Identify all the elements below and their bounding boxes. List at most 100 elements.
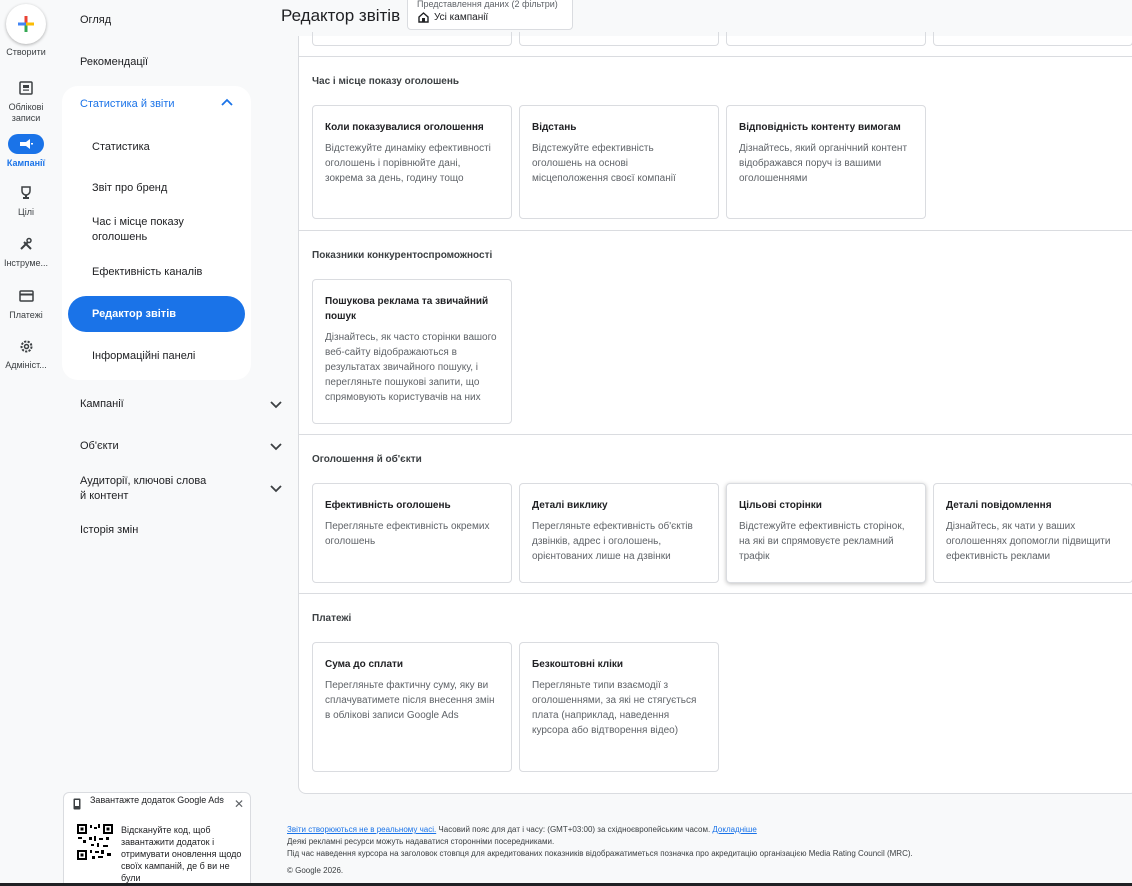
close-icon[interactable]: ✕ [234,797,244,811]
section-title-when-where: Час і місце показу оголошень [312,76,460,87]
learn-more-link[interactable]: Докладніше [712,825,756,834]
nav-assets[interactable]: Об'єкти [80,440,119,452]
campaigns-icon [20,139,33,149]
nav-overview[interactable]: Огляд [80,14,111,26]
nav-recommendations[interactable]: Рекомендації [80,56,148,68]
mrc-note: Під час наведення курсора на заголовок с… [287,849,913,858]
third-party-note: Деякі рекламні ресурси можуть надаватися… [287,837,555,846]
chevron-down-icon[interactable] [270,443,282,451]
qr-code-icon [76,823,114,861]
chevron-down-icon[interactable] [270,401,282,409]
gear-icon [20,340,32,352]
card-title: Деталі повідомлення [946,500,1052,511]
section-title-billing: Платежі [312,613,352,624]
chevron-up-icon[interactable] [221,98,233,106]
rail-label-goals: Цілі [18,207,34,217]
page-title: Редактор звітів [281,6,401,25]
rail-label-tools: Інструме... [3,258,49,268]
rail-item-billing[interactable]: Платежі [0,286,52,321]
rail-label-campaigns: Кампанії [6,158,46,168]
card-description: Відстежуйте ефективність сторінок, на як… [739,521,905,562]
section-title-competitive-metrics: Показники конкурентоспроможності [312,250,493,261]
nav-change-history[interactable]: Історія змін [80,524,138,536]
create-label: Створити [6,47,46,57]
card-stub[interactable] [519,32,719,46]
card-description: Перегляньте типи взаємодії з оголошенням… [532,680,697,736]
view-selector-value: Усі кампанії [434,12,489,23]
card-title: Коли показувалися оголошення [325,122,484,133]
nav-sub-report-editor[interactable]: Редактор звітів [68,296,245,332]
rail-label-billing: Платежі [9,310,43,320]
footer-notes: Звіти створюються не в реальному часі. Ч… [287,824,1127,860]
report-card-paid-organic[interactable]: Пошукова реклама та звичайний пошук Дізн… [312,279,512,424]
report-card-content-suitability[interactable]: Відповідність контенту вимогам Дізнайтес… [726,105,926,219]
rail-item-admin[interactable]: Адмініст... [0,336,52,371]
credit-card-icon [18,290,34,302]
card-title: Безкоштовні кліки [532,659,624,670]
card-stub[interactable] [933,32,1132,46]
card-title: Пошукова реклама та звичайний пошук [325,296,489,322]
nav-sub-dashboards[interactable]: Інформаційні панелі [92,349,195,364]
report-card-free-clicks[interactable]: Безкоштовні кліки Перегляньте типи взаєм… [519,642,719,772]
card-title: Відстань [532,122,577,133]
rail-item-campaigns[interactable]: Кампанії [0,134,52,169]
nav-group-insights-reports: Статистика й звіти Статистика Звіт про б… [62,86,251,380]
promo-text: Відскануйте код, щоб завантажити додаток… [121,825,242,883]
chevron-down-icon[interactable] [270,485,282,493]
rail-label-accounts: Облікові записи [8,102,44,123]
report-card-landing-pages[interactable]: Цільові сторінки Відстежуйте ефективніст… [726,483,926,583]
report-templates-panel: Час і місце показу оголошень Коли показу… [298,32,1132,794]
rail-label-admin: Адмініст... [5,360,47,370]
report-card-distance[interactable]: Відстань Відстежуйте ефективність оголош… [519,105,719,219]
nav-audiences[interactable]: Аудиторії, ключові слова й контент [80,474,215,504]
report-card-amount-due[interactable]: Сума до сплати Перегляньте фактичну суму… [312,642,512,772]
card-description: Відстежуйте динаміку ефективності оголош… [325,143,491,184]
side-navigation: Огляд Рекомендації Статистика й звіти Ст… [52,0,282,886]
card-description: Перегляньте ефективність окремих оголоше… [325,521,490,547]
rail-item-tools[interactable]: Інструме... [0,234,52,269]
phone-icon [73,798,81,810]
card-stub[interactable] [312,32,512,46]
divider [299,230,1132,231]
trophy-icon [21,186,31,199]
report-card-call-details[interactable]: Деталі виклику Перегляньте ефективність … [519,483,719,583]
card-description: Перегляньте фактичну суму, яку ви сплачу… [325,680,495,721]
view-selector[interactable]: Представлення даних (2 фільтри) Усі камп… [407,0,573,30]
nav-sub-statistics[interactable]: Статистика [92,140,150,155]
rail-item-accounts[interactable]: Облікові записи [0,78,52,124]
copyright: © Google 2026. [287,866,344,875]
nav-campaigns[interactable]: Кампанії [80,398,124,410]
report-card-message-details[interactable]: Деталі повідомлення Дізнайтесь, як чати … [933,483,1132,583]
divider [299,434,1132,435]
rail-item-goals[interactable]: Цілі [0,183,52,218]
timezone-note: Часовий пояс для дат і часу: (GMT+03:00)… [436,825,713,834]
not-realtime-link[interactable]: Звіти створюються не в реальному часі. [287,825,436,834]
view-selector-label: Представлення даних (2 фільтри) [417,0,558,9]
card-title: Сума до сплати [325,659,404,670]
home-icon [418,12,429,23]
nav-sub-brand-report[interactable]: Звіт про бренд [92,181,167,196]
card-description: Дізнайтесь, який органічний контент відо… [739,143,908,184]
section-title-ads-assets: Оголошення й об'єкти [312,454,422,465]
card-stub[interactable] [726,32,926,46]
card-description: Дізнайтесь, як часто сторінки вашого веб… [325,332,497,403]
accounts-icon [19,81,33,95]
report-card-ad-performance[interactable]: Ефективність оголошень Перегляньте ефект… [312,483,512,583]
nav-sub-when-where[interactable]: Час і місце показу оголошень [92,215,212,245]
card-title: Ефективність оголошень [325,500,451,511]
card-title: Деталі виклику [532,500,608,511]
app-download-promo: Завантажте додаток Google Ads ⌃ ✕ Відска… [63,792,251,886]
left-rail: Створити Облікові записи Кампанії Цілі І… [0,0,52,886]
divider [299,56,1132,57]
card-description: Відстежуйте ефективність оголошень на ос… [532,143,676,184]
card-title: Відповідність контенту вимогам [739,122,901,133]
create-button[interactable] [6,4,46,44]
divider [299,593,1132,594]
report-card-when-shown[interactable]: Коли показувалися оголошення Відстежуйте… [312,105,512,219]
card-description: Перегляньте ефективність об'єктів дзвінк… [532,521,693,562]
nav-group-title[interactable]: Статистика й звіти [80,98,175,110]
card-title: Цільові сторінки [739,500,822,511]
nav-sub-channel-performance[interactable]: Ефективність каналів [92,265,202,280]
plus-icon [18,16,34,32]
minimize-icon[interactable]: ⌃ [218,797,226,808]
